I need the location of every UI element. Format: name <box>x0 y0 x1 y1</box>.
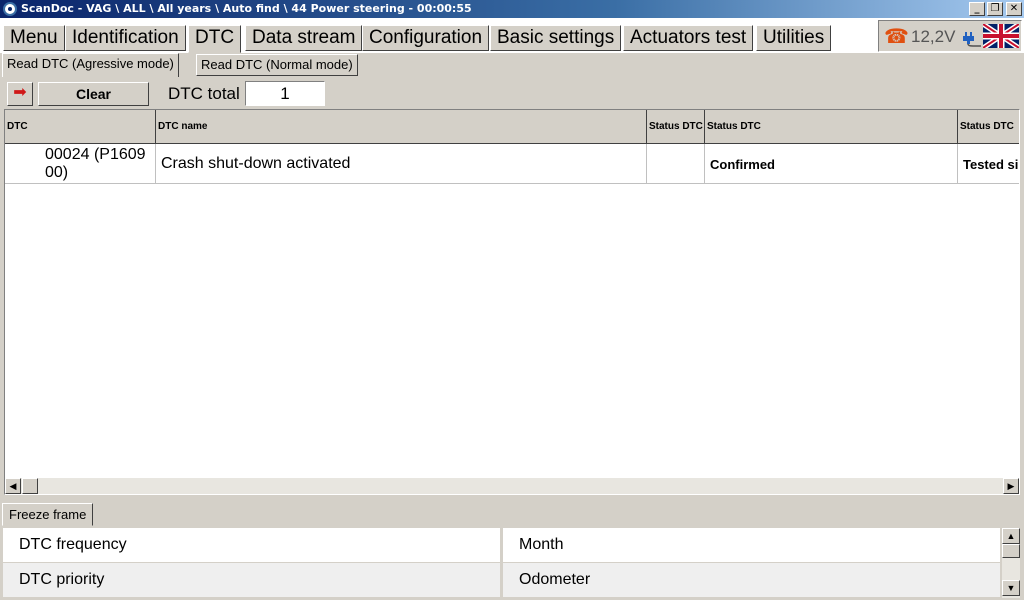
window-title: ScanDoc - VAG \ ALL \ All years \ Auto f… <box>21 2 472 15</box>
horizontal-scrollbar[interactable]: ◀ ▶ <box>5 478 1019 494</box>
scroll-down-icon[interactable]: ▼ <box>1002 580 1020 596</box>
freeze-frame-panel: DTC frequency Month DTC priority Odomete… <box>2 526 1022 598</box>
tab-read-dtc-aggressive[interactable]: Read DTC (Agressive mode) <box>2 53 179 77</box>
field-odometer: Odometer <box>503 563 1000 597</box>
maximize-button[interactable]: ❐ <box>987 2 1003 16</box>
status-cell-1 <box>647 144 705 184</box>
column-header-dtc-name[interactable]: DTC name <box>156 110 647 144</box>
app-icon <box>3 2 17 16</box>
status-panel: ☎ 12,2V <box>878 20 1022 52</box>
dtc-code-line1: 00024 (P1609 <box>45 146 146 163</box>
vertical-scroll-thumb[interactable] <box>1002 544 1020 558</box>
column-header-dtc[interactable]: DTC <box>5 110 156 144</box>
dtc-code-cell: 00024 (P1609 00) <box>5 144 156 184</box>
tab-menu[interactable]: Menu <box>3 25 65 51</box>
plug-icon <box>963 32 981 47</box>
vertical-scrollbar[interactable]: ▲ ▼ <box>1002 528 1020 598</box>
phone-icon: ☎ <box>884 26 909 48</box>
table-header: DTC DTC name Status DTC Status DTC Statu… <box>5 110 1019 144</box>
tab-configuration[interactable]: Configuration <box>362 25 490 51</box>
title-bar: ScanDoc - VAG \ ALL \ All years \ Auto f… <box>0 0 1024 18</box>
dtc-subtabs: Read DTC (Agressive mode) Read DTC (Norm… <box>0 53 1024 77</box>
tab-actuators-test[interactable]: Actuators test <box>623 25 754 51</box>
arrow-right-icon[interactable]: ➡ <box>7 82 33 106</box>
scroll-right-icon[interactable]: ▶ <box>1003 478 1019 494</box>
tab-utilities[interactable]: Utilities <box>756 25 832 51</box>
minimize-button[interactable]: _ <box>969 2 985 16</box>
field-month: Month <box>503 528 1000 562</box>
uk-flag-icon[interactable] <box>983 24 1019 48</box>
field-dtc-priority: DTC priority <box>3 563 500 597</box>
main-menu-bar: Menu Identification DTC Data stream Conf… <box>0 18 1024 53</box>
column-header-status-3[interactable]: Status DTC <box>958 110 1019 144</box>
status-cell-3: Tested si <box>963 156 1019 172</box>
battery-voltage: 12,2V <box>911 27 956 46</box>
dtc-toolbar: ➡ Clear DTC total 1 <box>0 77 1024 108</box>
tab-freeze-frame[interactable]: Freeze frame <box>2 503 94 526</box>
close-button[interactable]: ✕ <box>1006 2 1022 16</box>
dtc-name-cell: Crash shut-down activated <box>156 144 647 184</box>
table-row[interactable]: 00024 (P1609 00) Crash shut-down activat… <box>5 144 1019 184</box>
tab-data-stream[interactable]: Data stream <box>245 25 363 51</box>
dtc-total-label: DTC total <box>168 84 240 103</box>
horizontal-scroll-thumb[interactable] <box>22 478 38 494</box>
dtc-table: DTC DTC name Status DTC Status DTC Statu… <box>4 109 1020 495</box>
scroll-up-icon[interactable]: ▲ <box>1002 528 1020 544</box>
scroll-left-icon[interactable]: ◀ <box>5 478 21 494</box>
column-header-status-1[interactable]: Status DTC <box>647 110 705 144</box>
tab-dtc[interactable]: DTC <box>188 25 242 53</box>
tab-identification[interactable]: Identification <box>65 25 186 51</box>
tab-read-dtc-normal[interactable]: Read DTC (Normal mode) <box>196 54 358 76</box>
tab-basic-settings[interactable]: Basic settings <box>490 25 622 51</box>
dtc-code-line2: 00) <box>45 164 69 181</box>
dtc-total-field: 1 <box>245 81 325 106</box>
status-cell-2: Confirmed <box>705 144 958 184</box>
clear-button[interactable]: Clear <box>38 82 149 106</box>
column-header-status-2[interactable]: Status DTC <box>705 110 958 144</box>
field-dtc-frequency: DTC frequency <box>3 528 500 562</box>
